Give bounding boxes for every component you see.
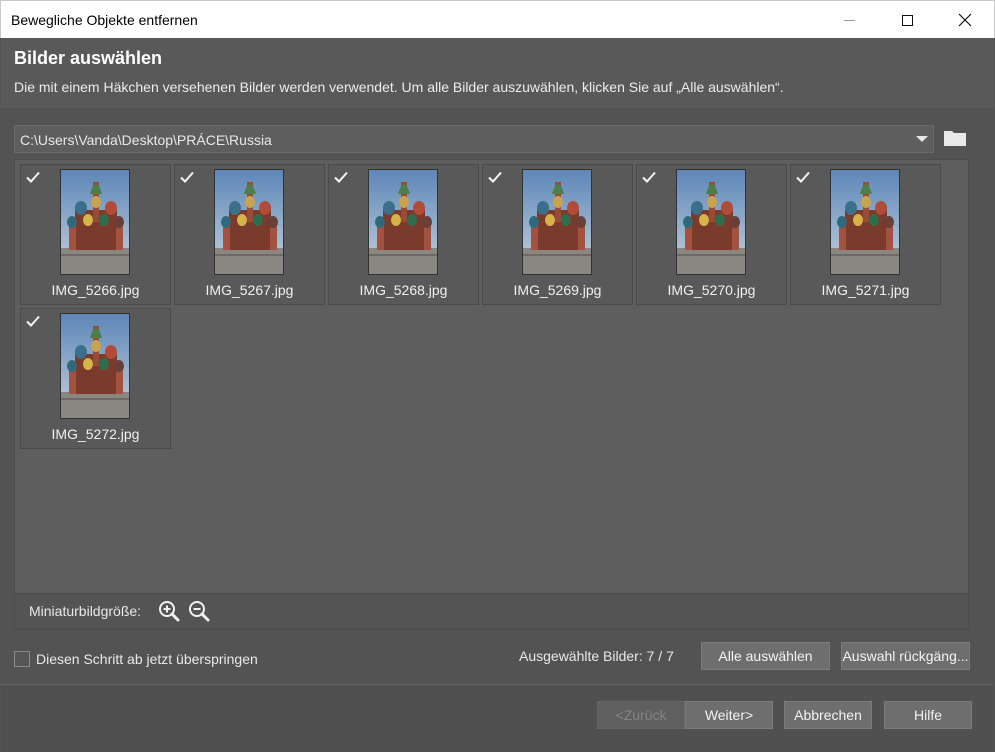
skip-step-checkbox[interactable] [14,651,30,667]
folder-icon [944,131,966,146]
zoom-in-button[interactable] [157,599,181,623]
thumbnail-filename: IMG_5267.jpg [205,282,294,298]
thumbnail-size-bar: Miniaturbildgröße: [14,594,969,629]
thumbnail-grid: IMG_5266.jpg IMG_5267.jpg IMG_5268.jpg I… [14,159,969,594]
thumbnail-image [522,169,592,275]
thumbnail-tile[interactable]: IMG_5268.jpg [328,164,479,305]
thumbnail-tile[interactable]: IMG_5269.jpg [482,164,633,305]
thumbnail-checkbox[interactable] [25,313,41,329]
folder-path-combobox[interactable]: C:\Users\Vanda\Desktop\PRÁCE\Russia [14,125,934,153]
thumbnail-filename: IMG_5266.jpg [51,282,140,298]
back-button[interactable]: <Zurück [597,701,685,729]
thumbnail-tile[interactable]: IMG_5271.jpg [790,164,941,305]
thumbnail-filename: IMG_5269.jpg [513,282,602,298]
page-description: Die mit einem Häkchen versehenen Bilder … [14,79,784,95]
checkmark-icon [796,171,810,183]
thumbnail-photo [523,170,591,274]
thumbnail-photo [61,314,129,418]
title-bar: Bewegliche Objekte entfernen [0,0,995,38]
zoom-in-icon [159,601,180,622]
skip-step-label[interactable]: Diesen Schritt ab jetzt überspringen [36,651,258,667]
folder-path-text: C:\Users\Vanda\Desktop\PRÁCE\Russia [20,132,272,148]
thumbnail-size-label: Miniaturbildgröße: [29,603,142,619]
thumbnail-filename: IMG_5268.jpg [359,282,448,298]
path-dropdown-button[interactable] [911,126,933,152]
thumbnail-tile[interactable]: IMG_5267.jpg [174,164,325,305]
thumbnail-filename: IMG_5271.jpg [821,282,910,298]
deselect-button[interactable]: Auswahl rückgäng... [841,642,970,670]
checkmark-icon [642,171,656,183]
next-button[interactable]: Weiter> [685,701,773,729]
thumbnail-checkbox[interactable] [179,169,195,185]
checkmark-icon [334,171,348,183]
dialog-header: Bilder auswählen Die mit einem Häkchen v… [1,38,994,108]
close-button[interactable] [942,1,988,39]
thumbnail-photo [215,170,283,274]
maximize-button[interactable] [884,1,930,39]
select-all-button[interactable]: Alle auswählen [701,642,830,670]
thumbnail-image [830,169,900,275]
browse-folder-button[interactable] [943,128,967,148]
thumbnail-tile[interactable]: IMG_5266.jpg [20,164,171,305]
thumbnail-tile[interactable]: IMG_5272.jpg [20,308,171,449]
thumbnail-filename: IMG_5270.jpg [667,282,756,298]
checkmark-icon [26,315,40,327]
window-title: Bewegliche Objekte entfernen [11,12,198,28]
thumbnail-photo [369,170,437,274]
zoom-out-icon [189,601,210,622]
thumbnail-photo [677,170,745,274]
thumbnail-photo [61,170,129,274]
page-title: Bilder auswählen [14,48,163,68]
thumbnail-image [676,169,746,275]
thumbnail-image [368,169,438,275]
thumbnail-checkbox[interactable] [25,169,41,185]
selected-images-count: Ausgewählte Bilder: 7 / 7 [519,648,674,664]
close-icon [958,13,972,27]
minimize-button[interactable] [826,1,872,39]
thumbnail-checkbox[interactable] [795,169,811,185]
maximize-icon [901,14,913,26]
checkmark-icon [180,171,194,183]
thumbnail-filename: IMG_5272.jpg [51,426,140,442]
thumbnail-image [60,169,130,275]
thumbnail-checkbox[interactable] [641,169,657,185]
thumbnail-image [214,169,284,275]
thumbnail-tile[interactable]: IMG_5270.jpg [636,164,787,305]
thumbnail-photo [831,170,899,274]
thumbnail-checkbox[interactable] [487,169,503,185]
cancel-button[interactable]: Abbrechen [784,701,872,729]
checkmark-icon [26,171,40,183]
checkmark-icon [488,171,502,183]
thumbnail-checkbox[interactable] [333,169,349,185]
minimize-icon [843,19,855,21]
zoom-out-button[interactable] [187,599,211,623]
chevron-down-icon [916,136,928,142]
thumbnail-image [60,313,130,419]
help-button[interactable]: Hilfe [884,701,972,729]
